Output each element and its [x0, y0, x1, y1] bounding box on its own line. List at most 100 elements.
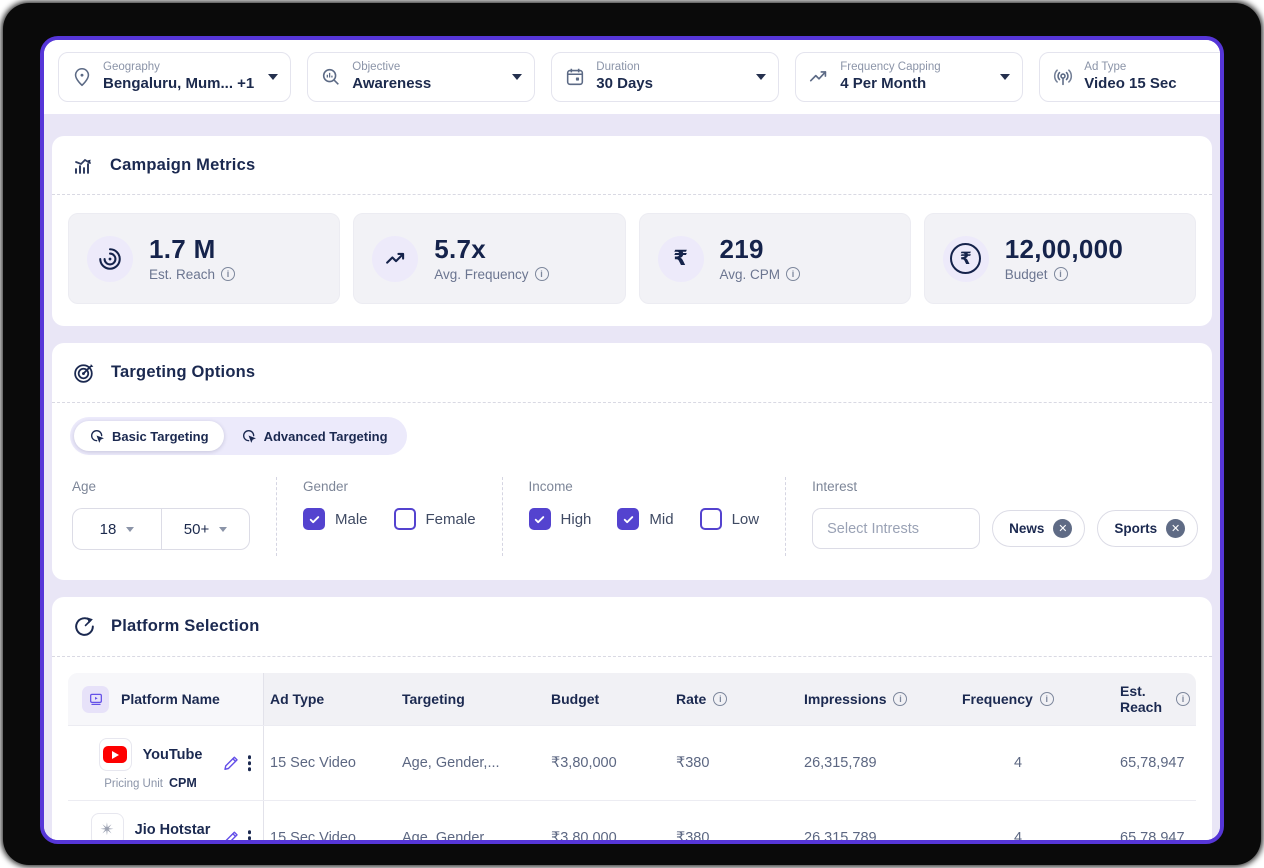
chevron-down-icon: [126, 527, 134, 532]
info-icon[interactable]: i: [1054, 267, 1068, 281]
edit-icon[interactable]: [222, 829, 240, 844]
cell-rate: ₹380: [670, 801, 798, 844]
interest-label: Interest: [812, 479, 1198, 494]
metric-label: Budget: [1005, 267, 1048, 282]
targeting-tabs: Basic Targeting Advanced Targeting: [70, 417, 407, 455]
cell-frequency: 4: [956, 801, 1114, 844]
section-title: Targeting Options: [111, 363, 255, 382]
metric-card-avg-frequency: 5.7x Avg. Frequency i: [353, 213, 625, 304]
platform-table: Platform Name Ad Type Targeting Budget R…: [52, 657, 1212, 844]
income-group: Income High Mid: [502, 477, 786, 556]
checkbox-unchecked-icon: [700, 508, 722, 530]
column-rate: Ratei: [670, 673, 798, 725]
section-title: Platform Selection: [111, 617, 259, 636]
metric-value: 12,00,000: [1005, 235, 1123, 264]
filter-label: Ad Type: [1084, 60, 1224, 74]
age-group: Age 18 50+: [68, 477, 276, 556]
cell-impressions: 26,315,789: [798, 801, 956, 844]
interest-chip-sports: Sports ✕: [1097, 510, 1198, 547]
checkbox-high[interactable]: High: [529, 508, 592, 530]
filter-value: Video 15 Sec: [1084, 75, 1224, 94]
info-icon[interactable]: i: [535, 267, 549, 281]
reach-target-icon: [87, 236, 133, 282]
column-budget: Budget: [545, 673, 670, 725]
chevron-down-icon: [219, 527, 227, 532]
column-est-reach: Est. Reachi: [1114, 673, 1196, 725]
metric-value: 5.7x: [434, 235, 548, 264]
checkbox-male[interactable]: Male: [303, 508, 368, 530]
chevron-down-icon: [756, 74, 766, 80]
cell-ad-type: 15 Sec Video: [264, 801, 396, 844]
cell-rate: ₹380: [670, 726, 798, 800]
section-title: Campaign Metrics: [110, 156, 255, 175]
filter-label: Objective: [352, 60, 498, 74]
gender-label: Gender: [303, 479, 476, 494]
gender-group: Gender Male Female: [276, 477, 502, 556]
filter-value: Awareness: [352, 75, 498, 94]
filter-label: Frequency Capping: [840, 60, 986, 74]
metric-label: Est. Reach: [149, 267, 215, 282]
checkbox-checked-icon: [617, 508, 639, 530]
chevron-down-icon: [512, 74, 522, 80]
metric-card-budget: ₹ 12,00,000 Budgeti: [924, 213, 1196, 304]
platform-section: Platform Selection Platform Name Ad Type…: [52, 597, 1212, 844]
checkbox-female[interactable]: Female: [394, 508, 476, 530]
chart-icon: [72, 153, 96, 177]
column-ad-type: Ad Type: [264, 673, 396, 725]
kebab-menu-icon[interactable]: [244, 828, 256, 844]
video-platform-icon: [82, 686, 109, 713]
table-row-jio-hotstar: ✴ Jio Hotstar Pricing Unit CPM 15 Sec Vi…: [68, 800, 1196, 844]
tab-label: Basic Targeting: [112, 429, 209, 444]
info-icon[interactable]: i: [893, 692, 907, 706]
filter-value: Bengaluru, Mum... +1: [103, 75, 254, 94]
cell-impressions: 26,315,789: [798, 726, 956, 800]
filter-duration[interactable]: Duration 30 Days: [551, 52, 779, 102]
broadcast-icon: [1052, 66, 1074, 88]
chevron-down-icon: [268, 74, 278, 80]
trend-up-icon: [808, 66, 830, 88]
cell-frequency: 4: [956, 726, 1114, 800]
rupee-circle-icon: ₹: [943, 236, 989, 282]
kebab-menu-icon[interactable]: [244, 753, 256, 773]
metric-label: Avg. Frequency: [434, 267, 528, 282]
checkbox-low[interactable]: Low: [700, 508, 760, 530]
trend-up-icon: [372, 236, 418, 282]
metric-value: 1.7 M: [149, 235, 235, 264]
info-icon[interactable]: i: [1040, 692, 1054, 706]
remove-chip-icon[interactable]: ✕: [1053, 519, 1072, 538]
tab-advanced-targeting[interactable]: Advanced Targeting: [226, 421, 403, 451]
column-impressions: Impressionsi: [798, 673, 956, 725]
platform-cell: ✴ Jio Hotstar Pricing Unit CPM: [68, 801, 264, 844]
filter-geography[interactable]: Geography Bengaluru, Mum... +1: [58, 52, 291, 102]
edit-icon[interactable]: [222, 754, 240, 772]
cell-budget: ₹3,80,000: [545, 726, 670, 800]
campaign-metrics-section: Campaign Metrics 1.7 M Est. Reach i: [52, 136, 1212, 326]
remove-chip-icon[interactable]: ✕: [1166, 519, 1185, 538]
filter-bar: Geography Bengaluru, Mum... +1 Objective…: [44, 40, 1220, 114]
dartboard-icon: [72, 360, 97, 385]
filter-label: Duration: [596, 60, 742, 74]
info-icon[interactable]: i: [786, 267, 800, 281]
cursor-click-icon: [89, 428, 105, 444]
filter-ad-type[interactable]: Ad Type Video 15 Sec: [1039, 52, 1224, 102]
income-label: Income: [529, 479, 760, 494]
cursor-click-icon: [241, 428, 257, 444]
info-icon[interactable]: i: [1176, 692, 1190, 706]
age-to-select[interactable]: 50+: [161, 508, 250, 550]
filter-value: 30 Days: [596, 75, 742, 94]
checkbox-mid[interactable]: Mid: [617, 508, 673, 530]
cell-est-reach: 65,78,947: [1114, 726, 1196, 800]
filter-label: Geography: [103, 60, 254, 74]
column-frequency: Frequencyi: [956, 673, 1114, 725]
column-platform-name: Platform Name: [68, 673, 264, 725]
info-icon[interactable]: i: [221, 267, 235, 281]
info-icon[interactable]: i: [713, 692, 727, 706]
filter-frequency-capping[interactable]: Frequency Capping 4 Per Month: [795, 52, 1023, 102]
tab-basic-targeting[interactable]: Basic Targeting: [74, 421, 224, 451]
calendar-icon: [564, 66, 586, 88]
age-from-select[interactable]: 18: [72, 508, 161, 550]
interest-input[interactable]: [812, 508, 980, 549]
filter-objective[interactable]: Objective Awareness: [307, 52, 535, 102]
interest-chip-news: News ✕: [992, 510, 1085, 547]
column-targeting: Targeting: [396, 673, 545, 725]
